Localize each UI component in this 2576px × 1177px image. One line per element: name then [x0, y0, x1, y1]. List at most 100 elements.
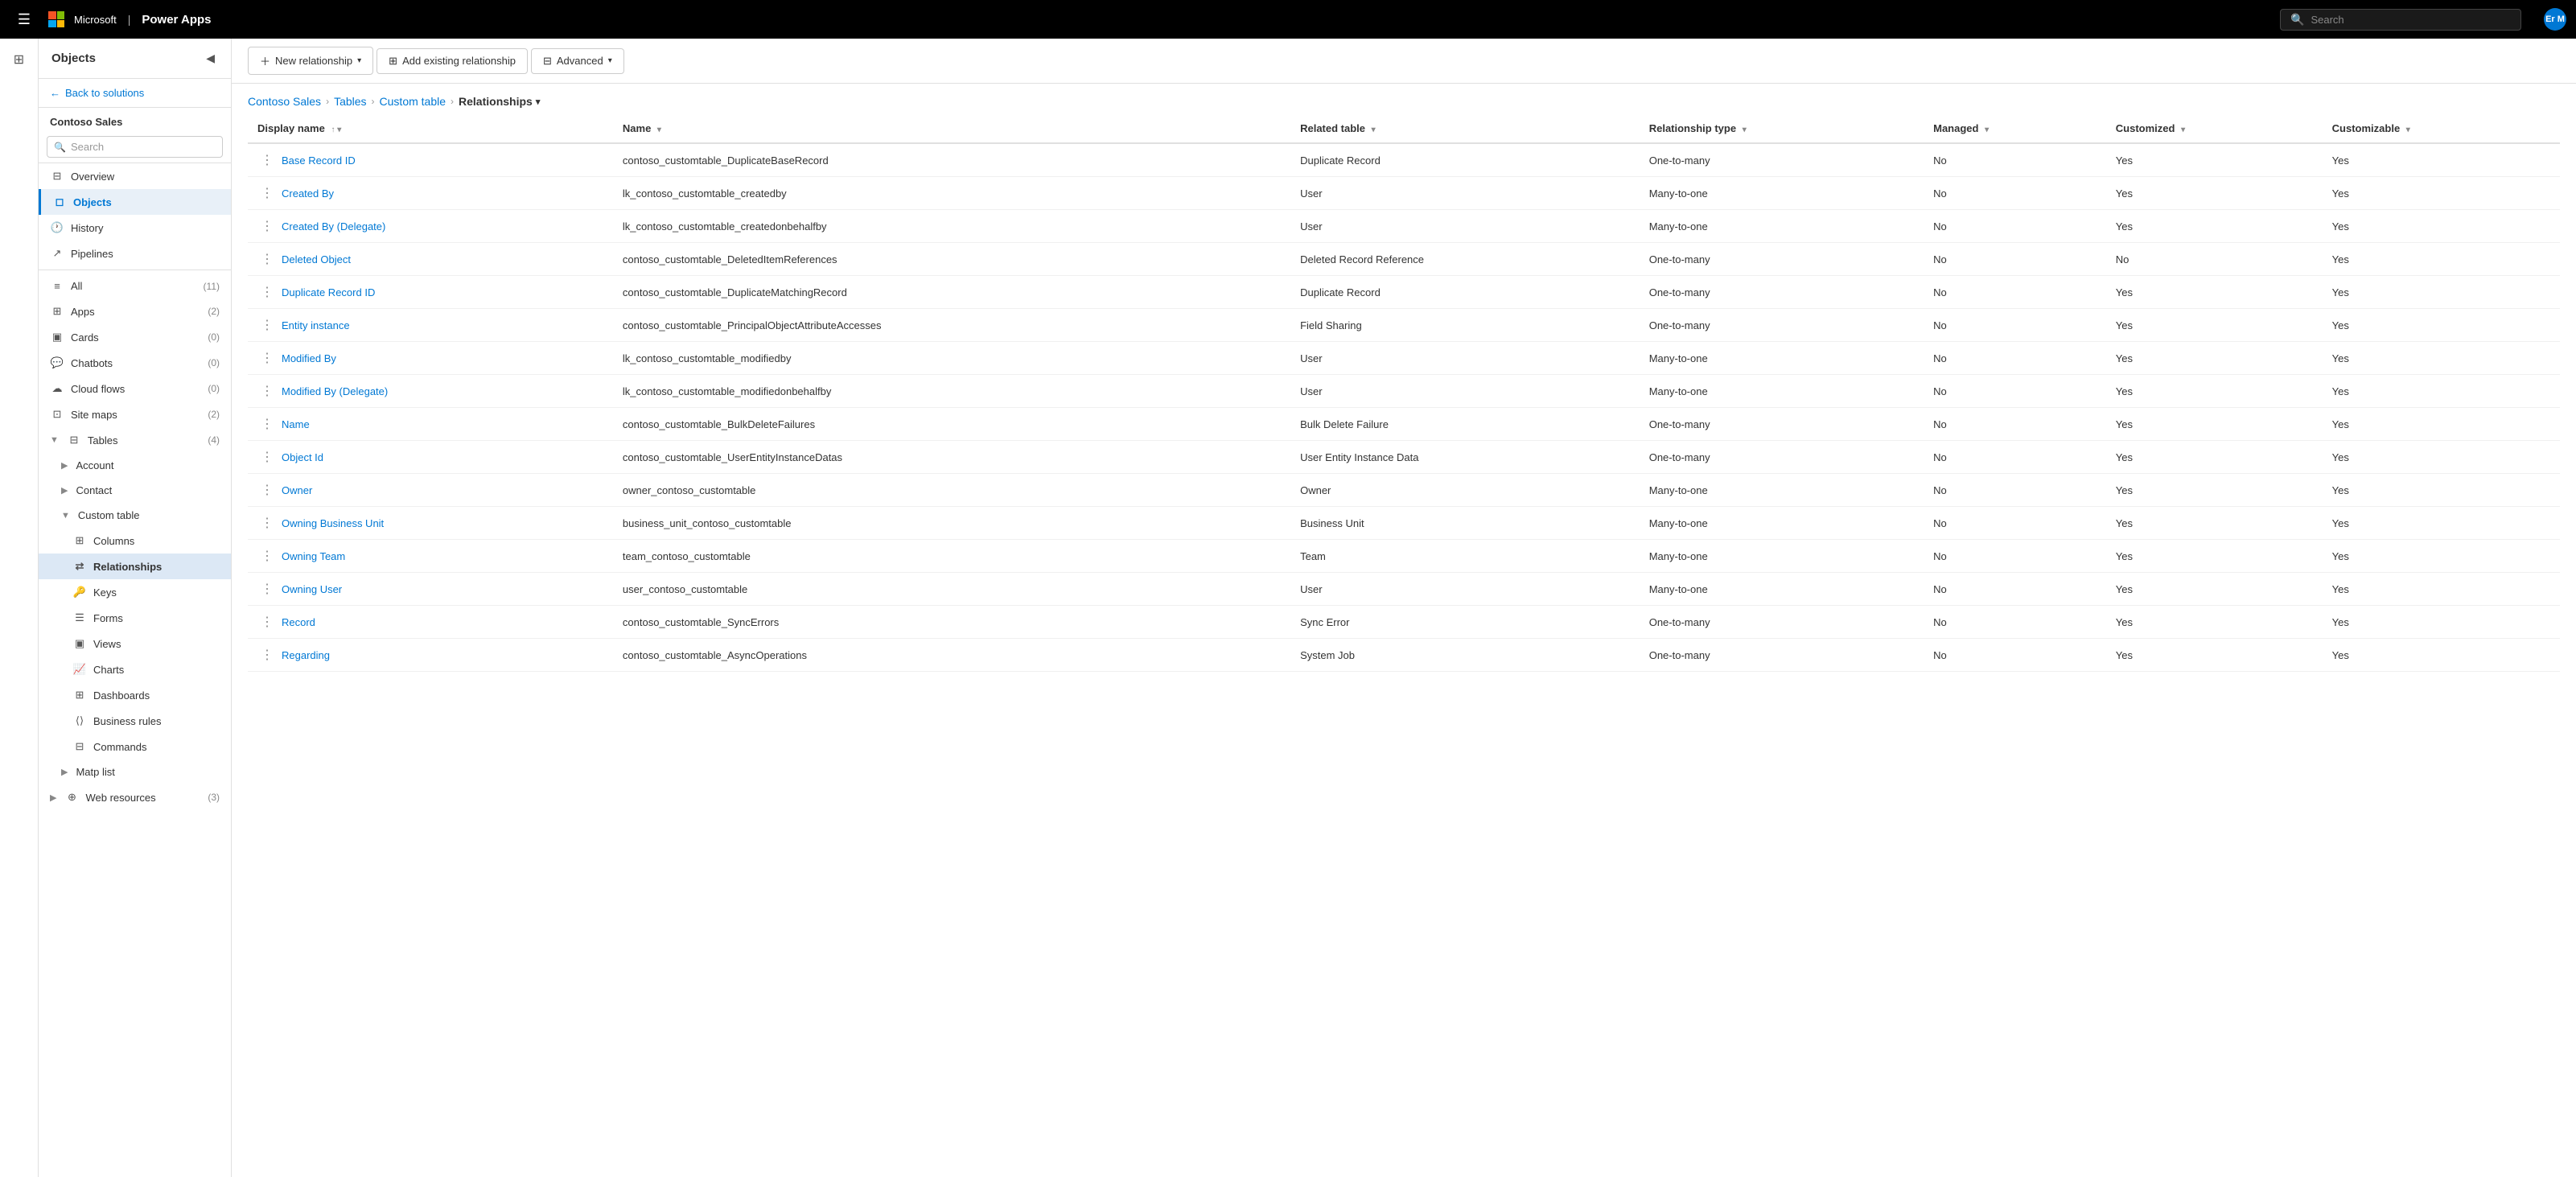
views-icon: ▣: [72, 637, 87, 650]
sidebar-item-site-maps[interactable]: ⊡ Site maps (2): [39, 401, 231, 427]
breadcrumb-custom-table[interactable]: Custom table: [380, 95, 446, 108]
sidebar-item-commands[interactable]: ⊟ Commands: [39, 734, 231, 759]
user-avatar[interactable]: Er M: [2544, 8, 2566, 31]
row-context-menu-button[interactable]: ⋮: [257, 185, 277, 201]
sidebar-item-forms[interactable]: ☰ Forms: [39, 605, 231, 631]
col-header-managed[interactable]: Managed ▾: [1924, 114, 2106, 143]
back-to-solutions[interactable]: ← Back to solutions: [39, 79, 231, 108]
display-name-link[interactable]: Owning User: [282, 583, 342, 595]
row-context-menu-button[interactable]: ⋮: [257, 383, 277, 399]
sidebar-item-all[interactable]: ≡ All (11): [39, 274, 231, 298]
row-context-menu-button[interactable]: ⋮: [257, 218, 277, 234]
row-context-menu-button[interactable]: ⋮: [257, 515, 277, 531]
sidebar-item-views[interactable]: ▣ Views: [39, 631, 231, 656]
sidebar-item-contact[interactable]: ▶ Contact: [39, 478, 231, 503]
advanced-button[interactable]: ⊟ Advanced ▾: [531, 48, 624, 74]
sort-customizable-icon[interactable]: ▾: [2406, 126, 2410, 134]
sort-managed-icon[interactable]: ▾: [1985, 126, 1989, 134]
web-resources-icon: ⊕: [64, 791, 79, 804]
global-search[interactable]: 🔍: [2280, 9, 2521, 31]
sidebar-title: Objects: [51, 51, 96, 65]
display-name-link[interactable]: Duplicate Record ID: [282, 286, 375, 298]
row-context-menu-button[interactable]: ⋮: [257, 482, 277, 498]
new-relationship-button[interactable]: ＋ New relationship ▾: [248, 47, 373, 75]
row-context-menu-button[interactable]: ⋮: [257, 317, 277, 333]
col-header-relationship-type[interactable]: Relationship type ▾: [1640, 114, 1924, 143]
display-name-link[interactable]: Deleted Object: [282, 253, 351, 265]
col-header-name[interactable]: Name ▾: [613, 114, 1290, 143]
row-context-menu-button[interactable]: ⋮: [257, 581, 277, 597]
cell-relationship-type: One-to-many: [1640, 606, 1924, 639]
sidebar-item-business-rules[interactable]: ⟨⟩ Business rules: [39, 708, 231, 734]
search-input[interactable]: [2311, 14, 2511, 26]
sidebar-item-cards[interactable]: ▣ Cards (0): [39, 324, 231, 350]
sidebar-item-pipelines[interactable]: ↗ Pipelines: [39, 241, 231, 266]
display-name-link[interactable]: Created By: [282, 187, 334, 200]
sidebar-item-columns[interactable]: ⊞ Columns: [39, 528, 231, 554]
sidebar-item-apps[interactable]: ⊞ Apps (2): [39, 298, 231, 324]
row-context-menu-button[interactable]: ⋮: [257, 284, 277, 300]
row-context-menu-button[interactable]: ⋮: [257, 614, 277, 630]
display-name-link[interactable]: Regarding: [282, 649, 330, 661]
col-header-display-name[interactable]: Display name ↑ ▾: [248, 114, 613, 143]
apps-icon: ⊞: [50, 305, 64, 318]
sort-relationship-type-icon[interactable]: ▾: [1743, 126, 1747, 134]
sidebar-item-history[interactable]: 🕐 History: [39, 215, 231, 241]
sort-name-icon[interactable]: ▾: [657, 126, 661, 134]
nav-home-icon[interactable]: ⊞: [5, 45, 34, 74]
sidebar-item-cloud-flows[interactable]: ☁ Cloud flows (0): [39, 376, 231, 401]
row-context-menu-button[interactable]: ⋮: [257, 152, 277, 168]
sidebar-item-matp-list[interactable]: ▶ Matp list: [39, 759, 231, 784]
display-name-link[interactable]: Owner: [282, 484, 312, 496]
keys-icon: 🔑: [72, 586, 87, 599]
web-resources-chevron-icon: ▶: [50, 792, 56, 803]
display-name-link[interactable]: Name: [282, 418, 310, 430]
sidebar-item-relationships[interactable]: ⇄ Relationships: [39, 554, 231, 579]
cell-relationship-type: One-to-many: [1640, 276, 1924, 309]
display-name-link[interactable]: Entity instance: [282, 319, 350, 331]
sidebar-item-objects[interactable]: ◻ Objects: [39, 189, 231, 215]
sidebar-item-overview[interactable]: ⊟ Overview: [39, 163, 231, 189]
cell-related-table: User: [1290, 210, 1640, 243]
display-name-link[interactable]: Owning Team: [282, 550, 345, 562]
sidebar-item-web-resources[interactable]: ▶ ⊕ Web resources (3): [39, 784, 231, 810]
cell-display-name: ⋮ Name: [248, 408, 613, 441]
add-existing-relationship-button[interactable]: ⊞ Add existing relationship: [377, 48, 528, 74]
tables-icon: ⊟: [67, 434, 81, 447]
row-context-menu-button[interactable]: ⋮: [257, 548, 277, 564]
display-name-link[interactable]: Base Record ID: [282, 154, 356, 167]
breadcrumb-current-dropdown-icon[interactable]: ▾: [536, 97, 541, 107]
display-name-link[interactable]: Owning Business Unit: [282, 517, 384, 529]
sort-customized-icon[interactable]: ▾: [2181, 126, 2185, 134]
cell-related-table: Business Unit: [1290, 507, 1640, 540]
row-context-menu-button[interactable]: ⋮: [257, 647, 277, 663]
display-name-link[interactable]: Record: [282, 616, 315, 628]
row-context-menu-button[interactable]: ⋮: [257, 251, 277, 267]
col-header-customized[interactable]: Customized ▾: [2106, 114, 2323, 143]
breadcrumb-tables[interactable]: Tables: [334, 95, 366, 108]
display-name-link[interactable]: Modified By (Delegate): [282, 385, 388, 397]
row-context-menu-button[interactable]: ⋮: [257, 416, 277, 432]
sidebar-item-keys[interactable]: 🔑 Keys: [39, 579, 231, 605]
sidebar-item-chatbots[interactable]: 💬 Chatbots (0): [39, 350, 231, 376]
cell-customizable: Yes: [2323, 143, 2560, 177]
row-context-menu-button[interactable]: ⋮: [257, 350, 277, 366]
sidebar-item-account[interactable]: ▶ Account: [39, 453, 231, 478]
breadcrumb-contoso-sales[interactable]: Contoso Sales: [248, 95, 321, 108]
display-name-link[interactable]: Created By (Delegate): [282, 220, 385, 233]
display-name-link[interactable]: Object Id: [282, 451, 323, 463]
col-header-related-table[interactable]: Related table ▾: [1290, 114, 1640, 143]
row-context-menu-button[interactable]: ⋮: [257, 449, 277, 465]
sort-display-name-icon[interactable]: ↑ ▾: [331, 126, 341, 134]
sidebar-item-dashboards[interactable]: ⊞ Dashboards: [39, 682, 231, 708]
col-header-customizable[interactable]: Customizable ▾: [2323, 114, 2560, 143]
display-name-link[interactable]: Modified By: [282, 352, 336, 364]
app-logo: Microsoft | Power Apps: [48, 11, 212, 27]
sidebar-item-tables[interactable]: ▼ ⊟ Tables (4): [39, 427, 231, 453]
sort-related-table-icon[interactable]: ▾: [1372, 126, 1376, 134]
sidebar-search-input[interactable]: [71, 141, 216, 153]
sidebar-item-charts[interactable]: 📈 Charts: [39, 656, 231, 682]
sidebar-item-custom-table[interactable]: ▼ Custom table: [39, 503, 231, 528]
sidebar-collapse-button[interactable]: ◀: [203, 48, 218, 68]
hamburger-menu[interactable]: ☰: [10, 5, 39, 34]
